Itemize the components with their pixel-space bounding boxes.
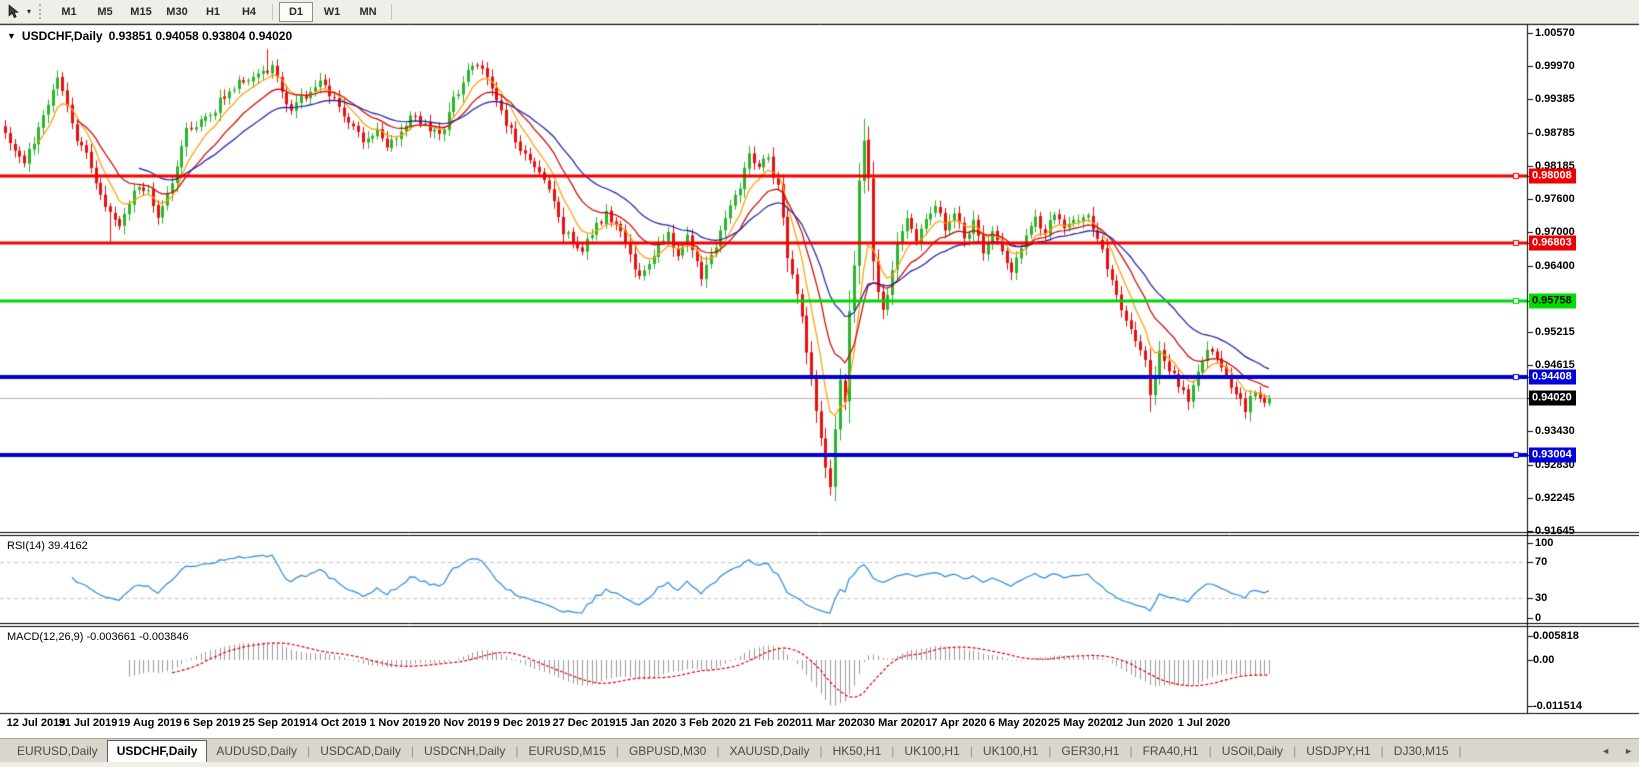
price-axis-label: 0.99970	[1535, 60, 1575, 73]
tab-eurusd-m15[interactable]: EURUSD,M15	[519, 741, 614, 761]
price-tag: 0.94408	[1529, 369, 1576, 385]
tab-xauusd-daily[interactable]: XAUUSD,Daily	[720, 741, 818, 761]
price-axis-label: 0.98785	[1535, 126, 1575, 139]
timeframe-button-m5[interactable]: M5	[88, 2, 122, 22]
date-axis-label: 1 Jul 2020	[1177, 717, 1231, 729]
timeframe-button-w1[interactable]: W1	[315, 2, 349, 22]
tab-nav: ◄ ►	[1601, 739, 1633, 763]
tab-uk100-h1[interactable]: UK100,H1	[974, 741, 1047, 761]
timeframe-button-m15[interactable]: M15	[124, 2, 158, 22]
chart-tabs-bar: EURUSD,Daily USDCHF,Daily AUDUSD,Daily | USD…	[0, 738, 1639, 763]
tab-audusd-daily[interactable]: AUDUSD,Daily	[207, 741, 306, 761]
price-axis-label: 0.96400	[1535, 259, 1575, 272]
timeframe-button-h4[interactable]: H4	[232, 2, 266, 22]
price-tag: 0.93004	[1529, 447, 1576, 463]
macd-indicator-label: MACD(12,26,9) -0.003661 -0.003846	[7, 631, 189, 643]
bottom-strip	[0, 762, 1639, 767]
price-tag: 0.95758	[1529, 293, 1576, 309]
timeframe-button-m1[interactable]: M1	[52, 2, 86, 22]
timeframe-button-mn[interactable]: MN	[351, 2, 385, 22]
price-tag: 0.98008	[1529, 168, 1576, 184]
chart-title-ohlc: 0.93851 0.94058 0.93804 0.94020	[108, 29, 293, 43]
tab-eurusd-daily[interactable]: EURUSD,Daily	[8, 741, 107, 761]
price-axis-label: 0.93430	[1535, 425, 1575, 438]
timeframe-button-m30[interactable]: M30	[160, 2, 194, 22]
chart-title-symbol: USDCHF,Daily	[21, 29, 103, 43]
price-axis-label: 0.99385	[1535, 93, 1575, 106]
chevron-down-icon[interactable]: ▾	[23, 7, 35, 16]
timeframe-button-d1[interactable]: D1	[279, 1, 313, 22]
tab-ger30-h1[interactable]: GER30,H1	[1052, 741, 1128, 761]
macd-axis-label: 0.005818	[1533, 630, 1579, 642]
tabs-scroll-left-icon[interactable]: ◄	[1601, 746, 1610, 756]
toolbar-separator	[391, 3, 392, 20]
tab-usdcad-daily[interactable]: USDCAD,Daily	[311, 741, 410, 761]
macd-axis-label: -0.011514	[1533, 700, 1582, 712]
price-axis-label: 0.91645	[1535, 524, 1575, 537]
timeframe-button-h1[interactable]: H1	[196, 2, 230, 22]
chart-title-caret-icon[interactable]: ▼	[7, 31, 16, 41]
price-tag: 0.94020	[1529, 390, 1576, 406]
tab-usoil-daily[interactable]: USOil,Daily	[1213, 741, 1292, 761]
toolbar-grip	[39, 4, 45, 19]
cursor-icon[interactable]	[3, 3, 23, 21]
tab-uk100-h1[interactable]: UK100,H1	[895, 741, 968, 761]
rsi-axis-label: 100	[1535, 537, 1554, 549]
tab-usdcnh-daily[interactable]: USDCNH,Daily	[415, 741, 514, 761]
tab-dj30-m15[interactable]: DJ30,M15	[1385, 741, 1458, 761]
tabs-scroll-right-icon[interactable]: ►	[1624, 746, 1633, 756]
tab-usdjpy-h1[interactable]: USDJPY,H1	[1297, 741, 1379, 761]
chart-canvas[interactable]	[0, 0, 1639, 767]
timeframe-buttons: M1 M5 M15 M30 H1 H4 D1 W1 MN	[51, 1, 397, 22]
chart-title: ▼ USDCHF,Daily 0.93851 0.94058 0.93804 0…	[7, 29, 292, 43]
tab-row: EURUSD,Daily USDCHF,Daily AUDUSD,Daily | USD…	[8, 739, 1463, 763]
rsi-axis-label: 0	[1535, 612, 1542, 624]
tab-fra40-h1[interactable]: FRA40,H1	[1134, 741, 1208, 761]
price-axis-label: 0.95215	[1535, 325, 1575, 338]
rsi-indicator-label: RSI(14) 39.4162	[7, 540, 88, 552]
price-axis-label: 1.00570	[1535, 27, 1575, 39]
macd-axis-label: 0.00	[1533, 654, 1555, 666]
price-tag: 0.96803	[1529, 235, 1576, 251]
toolbar-separator	[272, 3, 273, 20]
tab-gbpusd-m30[interactable]: GBPUSD,M30	[620, 741, 715, 761]
mt4-terminal: ▾ M1 M5 M15 M30 H1 H4 D1 W1 MN ▼ USDCHF,Daily 0.…	[0, 0, 1639, 767]
timeframe-toolbar: ▾ M1 M5 M15 M30 H1 H4 D1 W1 MN	[0, 0, 1639, 24]
price-axis-label: 0.97600	[1535, 192, 1575, 205]
tab-hk50-h1[interactable]: HK50,H1	[824, 741, 891, 761]
rsi-axis-label: 30	[1535, 592, 1548, 604]
price-axis-label: 0.92245	[1535, 491, 1575, 504]
tab-divider: |	[1458, 744, 1462, 758]
rsi-axis-label: 70	[1535, 556, 1548, 568]
tab-usdchf-daily[interactable]: USDCHF,Daily	[106, 739, 208, 763]
